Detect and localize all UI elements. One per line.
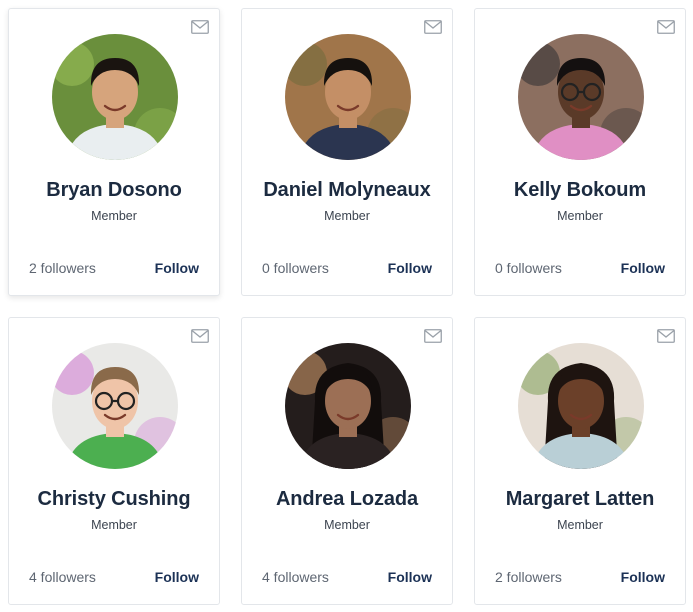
envelope-icon[interactable] <box>424 20 442 34</box>
member-directory-grid: Bryan Dosono Member 2 followers Follow D… <box>0 0 693 612</box>
member-role: Member <box>324 518 370 532</box>
follow-button[interactable]: Follow <box>621 569 665 585</box>
member-card: Daniel Molyneaux Member 0 followers Foll… <box>241 8 453 296</box>
envelope-icon[interactable] <box>191 20 209 34</box>
member-card: Kelly Bokoum Member 0 followers Follow <box>474 8 686 296</box>
member-card: Christy Cushing Member 4 followers Follo… <box>8 317 220 605</box>
member-role: Member <box>91 518 137 532</box>
portrait-photo <box>52 34 178 160</box>
avatar[interactable] <box>518 343 644 469</box>
followers-count-link[interactable]: 4 followers <box>29 569 96 585</box>
follow-button[interactable]: Follow <box>155 260 199 276</box>
portrait-photo <box>518 34 644 160</box>
follow-button[interactable]: Follow <box>621 260 665 276</box>
follow-button[interactable]: Follow <box>388 260 432 276</box>
member-name[interactable]: Kelly Bokoum <box>475 179 685 202</box>
member-name[interactable]: Bryan Dosono <box>9 179 219 202</box>
member-role: Member <box>324 209 370 223</box>
member-card: Margaret Latten Member 2 followers Follo… <box>474 317 686 605</box>
member-name[interactable]: Daniel Molyneaux <box>242 179 452 202</box>
portrait-photo <box>518 343 644 469</box>
member-name[interactable]: Margaret Latten <box>475 488 685 511</box>
member-role: Member <box>91 209 137 223</box>
avatar[interactable] <box>285 34 411 160</box>
envelope-icon[interactable] <box>657 20 675 34</box>
envelope-icon[interactable] <box>657 329 675 343</box>
envelope-icon[interactable] <box>424 329 442 343</box>
follow-button[interactable]: Follow <box>388 569 432 585</box>
member-name[interactable]: Andrea Lozada <box>242 488 452 511</box>
envelope-icon[interactable] <box>191 329 209 343</box>
member-role: Member <box>557 518 603 532</box>
avatar[interactable] <box>518 34 644 160</box>
followers-count-link[interactable]: 0 followers <box>262 260 329 276</box>
avatar[interactable] <box>52 343 178 469</box>
followers-count-link[interactable]: 4 followers <box>262 569 329 585</box>
avatar[interactable] <box>52 34 178 160</box>
portrait-photo <box>52 343 178 469</box>
follow-button[interactable]: Follow <box>155 569 199 585</box>
member-card: Andrea Lozada Member 4 followers Follow <box>241 317 453 605</box>
avatar[interactable] <box>285 343 411 469</box>
member-name[interactable]: Christy Cushing <box>9 488 219 511</box>
member-role: Member <box>557 209 603 223</box>
followers-count-link[interactable]: 0 followers <box>495 260 562 276</box>
followers-count-link[interactable]: 2 followers <box>495 569 562 585</box>
portrait-photo <box>285 343 411 469</box>
member-card: Bryan Dosono Member 2 followers Follow <box>8 8 220 296</box>
portrait-photo <box>285 34 411 160</box>
followers-count-link[interactable]: 2 followers <box>29 260 96 276</box>
